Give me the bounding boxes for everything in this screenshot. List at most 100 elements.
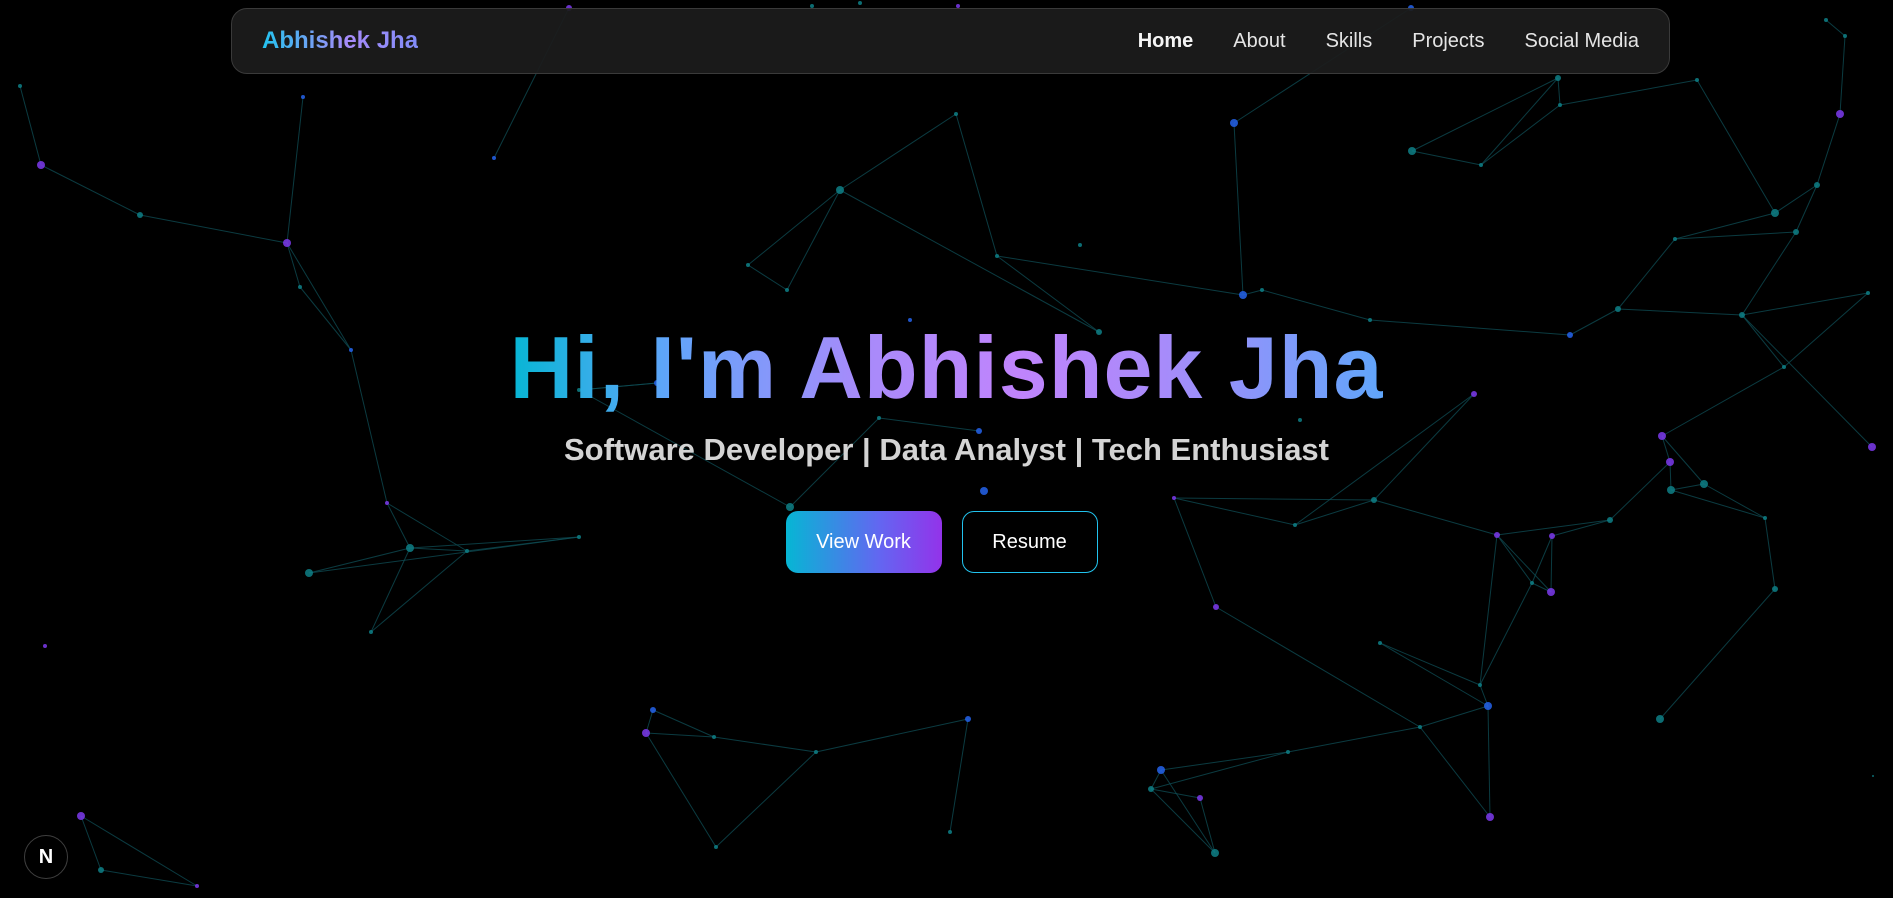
network-node [1695,78,1699,82]
network-link [139,214,288,244]
network-node [1872,775,1874,777]
network-link [1199,797,1216,854]
network-node [836,186,844,194]
network-link [19,85,42,166]
brand-logo[interactable]: Abhishek Jha [262,27,418,55]
network-link [1411,150,1482,166]
network-node [1157,766,1165,774]
nav-link-projects[interactable]: Projects [1412,30,1484,53]
network-link [645,732,715,738]
network-node [1478,683,1482,687]
network-link [100,869,198,887]
network-link [1379,642,1489,707]
network-node [1615,306,1621,312]
network-node [1230,119,1238,127]
network-node [1148,786,1154,792]
network-node [298,285,302,289]
network-link [40,164,141,216]
navbar: Abhishek Jha Home About Skills Projects … [231,8,1670,74]
network-link [815,718,969,753]
network-node [18,84,22,88]
network-link [1160,769,1216,854]
network-node [1486,813,1494,821]
nav-link-social-media[interactable]: Social Media [1524,30,1639,53]
network-link [1411,77,1559,152]
nav-link-home[interactable]: Home [1138,30,1194,53]
network-node [954,112,958,116]
network-node [492,156,496,160]
network-node [1530,581,1534,585]
network-link [747,264,788,291]
network-link [80,815,198,887]
network-node [1673,237,1677,241]
network-link [1816,113,1841,186]
network-node [1239,291,1247,299]
network-node [746,263,750,267]
network-link [1839,35,1846,115]
nextjs-logo-icon[interactable]: N [24,835,68,879]
hero-buttons: View Work Resume [0,511,1893,573]
network-node [1836,110,1844,118]
network-link [1696,79,1776,214]
network-node [995,254,999,258]
network-link [786,189,841,291]
network-link [1379,642,1481,686]
network-node [1211,849,1219,857]
nav-link-about[interactable]: About [1233,30,1285,53]
network-node [650,707,656,713]
network-link [1479,582,1533,686]
nav-links: Home About Skills Projects Social Media [1138,30,1639,53]
network-link [839,113,957,191]
network-node [1213,604,1219,610]
nav-link-skills[interactable]: Skills [1326,30,1373,53]
network-node [785,288,789,292]
network-node [37,161,45,169]
network-node [1866,291,1870,295]
network-link [1261,289,1371,321]
network-link [645,732,717,848]
network-node [1814,182,1820,188]
network-link [1419,726,1491,818]
network-link [1150,788,1216,854]
network-link [1487,705,1491,818]
network-link [996,255,1244,296]
network-link [1741,231,1797,316]
network-node [1555,75,1561,81]
network-node [1824,18,1828,22]
network-node [1078,243,1082,247]
network-node [714,845,718,849]
network-node [98,867,104,873]
network-node [1793,229,1799,235]
network-link [1674,231,1797,240]
network-link [1215,606,1421,728]
network-node [1197,795,1203,801]
network-node [1479,163,1483,167]
network-link [1150,751,1289,790]
network-link [1287,726,1421,753]
network-node [858,1,862,5]
resume-button[interactable]: Resume [961,511,1098,573]
network-link [747,189,841,266]
hero-subtitle: Software Developer | Data Analyst | Tech… [564,432,1329,467]
network-link [1480,77,1559,166]
network-link [1617,238,1676,310]
network-node [301,95,305,99]
network-link [949,718,969,833]
view-work-button[interactable]: View Work [785,511,942,573]
network-link [955,113,998,257]
network-link [1741,292,1869,316]
network-node [1418,725,1422,729]
page: Abhishek Jha Home About Skills Projects … [0,0,1893,898]
network-link [839,189,1100,333]
network-node [814,750,818,754]
network-link [1617,308,1743,316]
network-node [1408,147,1416,155]
network-node [137,212,143,218]
network-link [652,709,715,738]
hero-title: Hi, I'm Abhishek Jha [509,318,1384,417]
network-link [1419,705,1489,728]
network-link [1659,588,1776,720]
network-node [642,729,650,737]
network-node [1772,586,1778,592]
network-node [948,830,952,834]
